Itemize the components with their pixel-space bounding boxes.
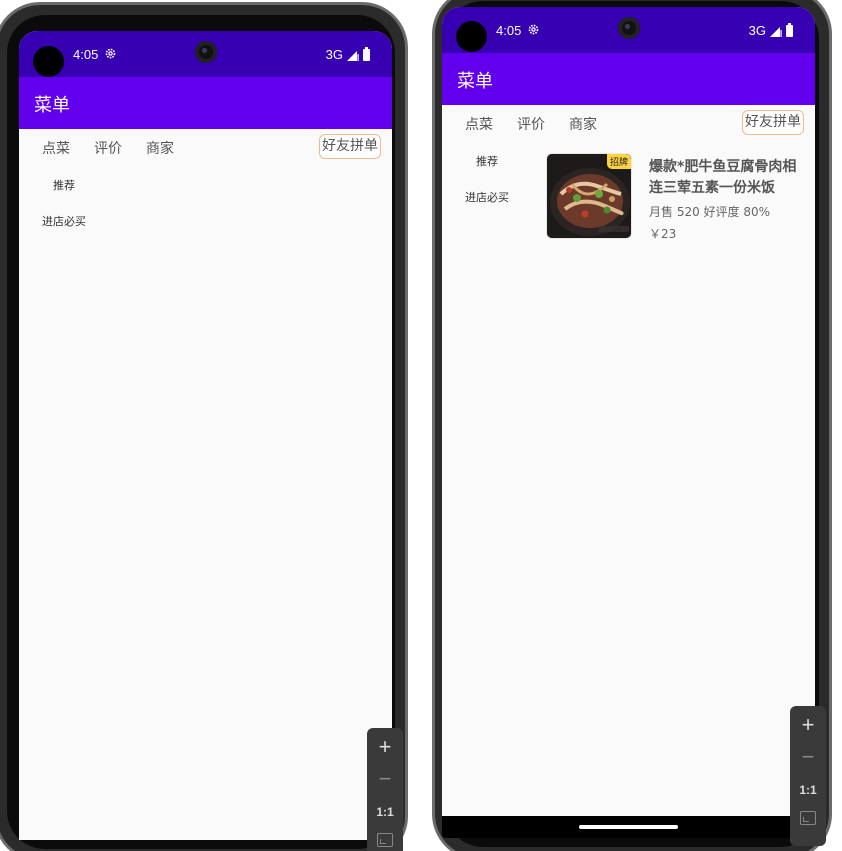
- status-icons: 3G: [325, 46, 370, 62]
- signature-badge: 招牌: [606, 154, 631, 169]
- fit-screen-icon[interactable]: [367, 833, 403, 851]
- settings-gear-icon: [528, 24, 539, 35]
- zoom-controls-right: + − 1:1: [790, 706, 826, 846]
- status-time: 4:05: [73, 47, 99, 62]
- signal-icon: [770, 26, 782, 37]
- app-bar: 菜单: [19, 77, 392, 129]
- dish-price: ￥23: [649, 227, 677, 241]
- system-nav-bar: [442, 816, 815, 838]
- dish-sales-rating: 月售 520 好评度 80%: [649, 205, 771, 219]
- signal-icon: [347, 50, 359, 61]
- screen-left: 4:05 3G 菜单 点菜 评价 商家 好友拼单 推荐 进店必买: [19, 31, 392, 840]
- settings-gear-icon: [105, 48, 116, 59]
- tab-reviews[interactable]: 评价: [517, 114, 545, 134]
- zoom-controls-left: + − 1:1: [367, 728, 403, 851]
- camera-cutout: [33, 46, 64, 77]
- tab-bar: 点菜 评价 商家 好友拼单: [19, 129, 392, 167]
- emulator-stage: 4:05 3G 菜单 点菜 评价 商家 好友拼单 推荐 进店必买 + − 1:1: [0, 0, 842, 851]
- tab-bar: 点菜 评价 商家 好友拼单: [442, 105, 815, 143]
- group-order-button[interactable]: 好友拼单: [742, 110, 804, 135]
- zoom-in-button[interactable]: +: [367, 734, 403, 760]
- zoom-in-button[interactable]: +: [790, 712, 826, 738]
- status-bar: 4:05 3G: [19, 31, 392, 77]
- category-must-buy[interactable]: 进店必买: [465, 189, 509, 205]
- battery-icon: [786, 22, 793, 37]
- zoom-reset-button[interactable]: 1:1: [367, 805, 403, 819]
- dish-photo: 招牌: [546, 153, 632, 239]
- network-type: 3G: [325, 47, 343, 62]
- front-camera-icon: [618, 17, 640, 39]
- fit-screen-icon[interactable]: [790, 811, 826, 831]
- app-bar: 菜单: [442, 53, 815, 105]
- home-gesture-handle[interactable]: [579, 825, 678, 829]
- zoom-out-button[interactable]: −: [367, 766, 403, 792]
- status-bar: 4:05 3G: [442, 7, 815, 53]
- zoom-reset-button[interactable]: 1:1: [790, 783, 826, 797]
- tab-merchant[interactable]: 商家: [146, 138, 174, 158]
- category-must-buy[interactable]: 进店必买: [42, 213, 86, 229]
- dish-name: 爆款*肥牛鱼豆腐骨肉相连三荤五素一份米饭: [649, 159, 797, 196]
- tab-order[interactable]: 点菜: [465, 114, 493, 134]
- tab-order[interactable]: 点菜: [42, 138, 70, 158]
- category-recommended[interactable]: 推荐: [476, 153, 498, 169]
- group-order-button[interactable]: 好友拼单: [319, 134, 381, 159]
- tab-reviews[interactable]: 评价: [94, 138, 122, 158]
- category-recommended[interactable]: 推荐: [53, 177, 75, 193]
- page-title: 菜单: [34, 95, 70, 116]
- page-title: 菜单: [457, 71, 493, 92]
- status-time: 4:05: [496, 23, 522, 38]
- tab-merchant[interactable]: 商家: [569, 114, 597, 134]
- dish-card[interactable]: 招牌 爆款*肥牛鱼豆腐骨肉相连三荤五素一份米饭 月售 520 好评度 80% ￥…: [546, 153, 808, 243]
- zoom-out-button[interactable]: −: [790, 744, 826, 770]
- battery-icon: [363, 46, 370, 61]
- screen-right: 4:05 3G 菜单 点菜 评价 商家 好友拼单 推荐 进店必买 招牌 爆款*肥…: [442, 7, 815, 816]
- status-icons: 3G: [748, 22, 793, 38]
- network-type: 3G: [748, 23, 766, 38]
- front-camera-icon: [195, 41, 217, 63]
- camera-cutout: [456, 21, 487, 52]
